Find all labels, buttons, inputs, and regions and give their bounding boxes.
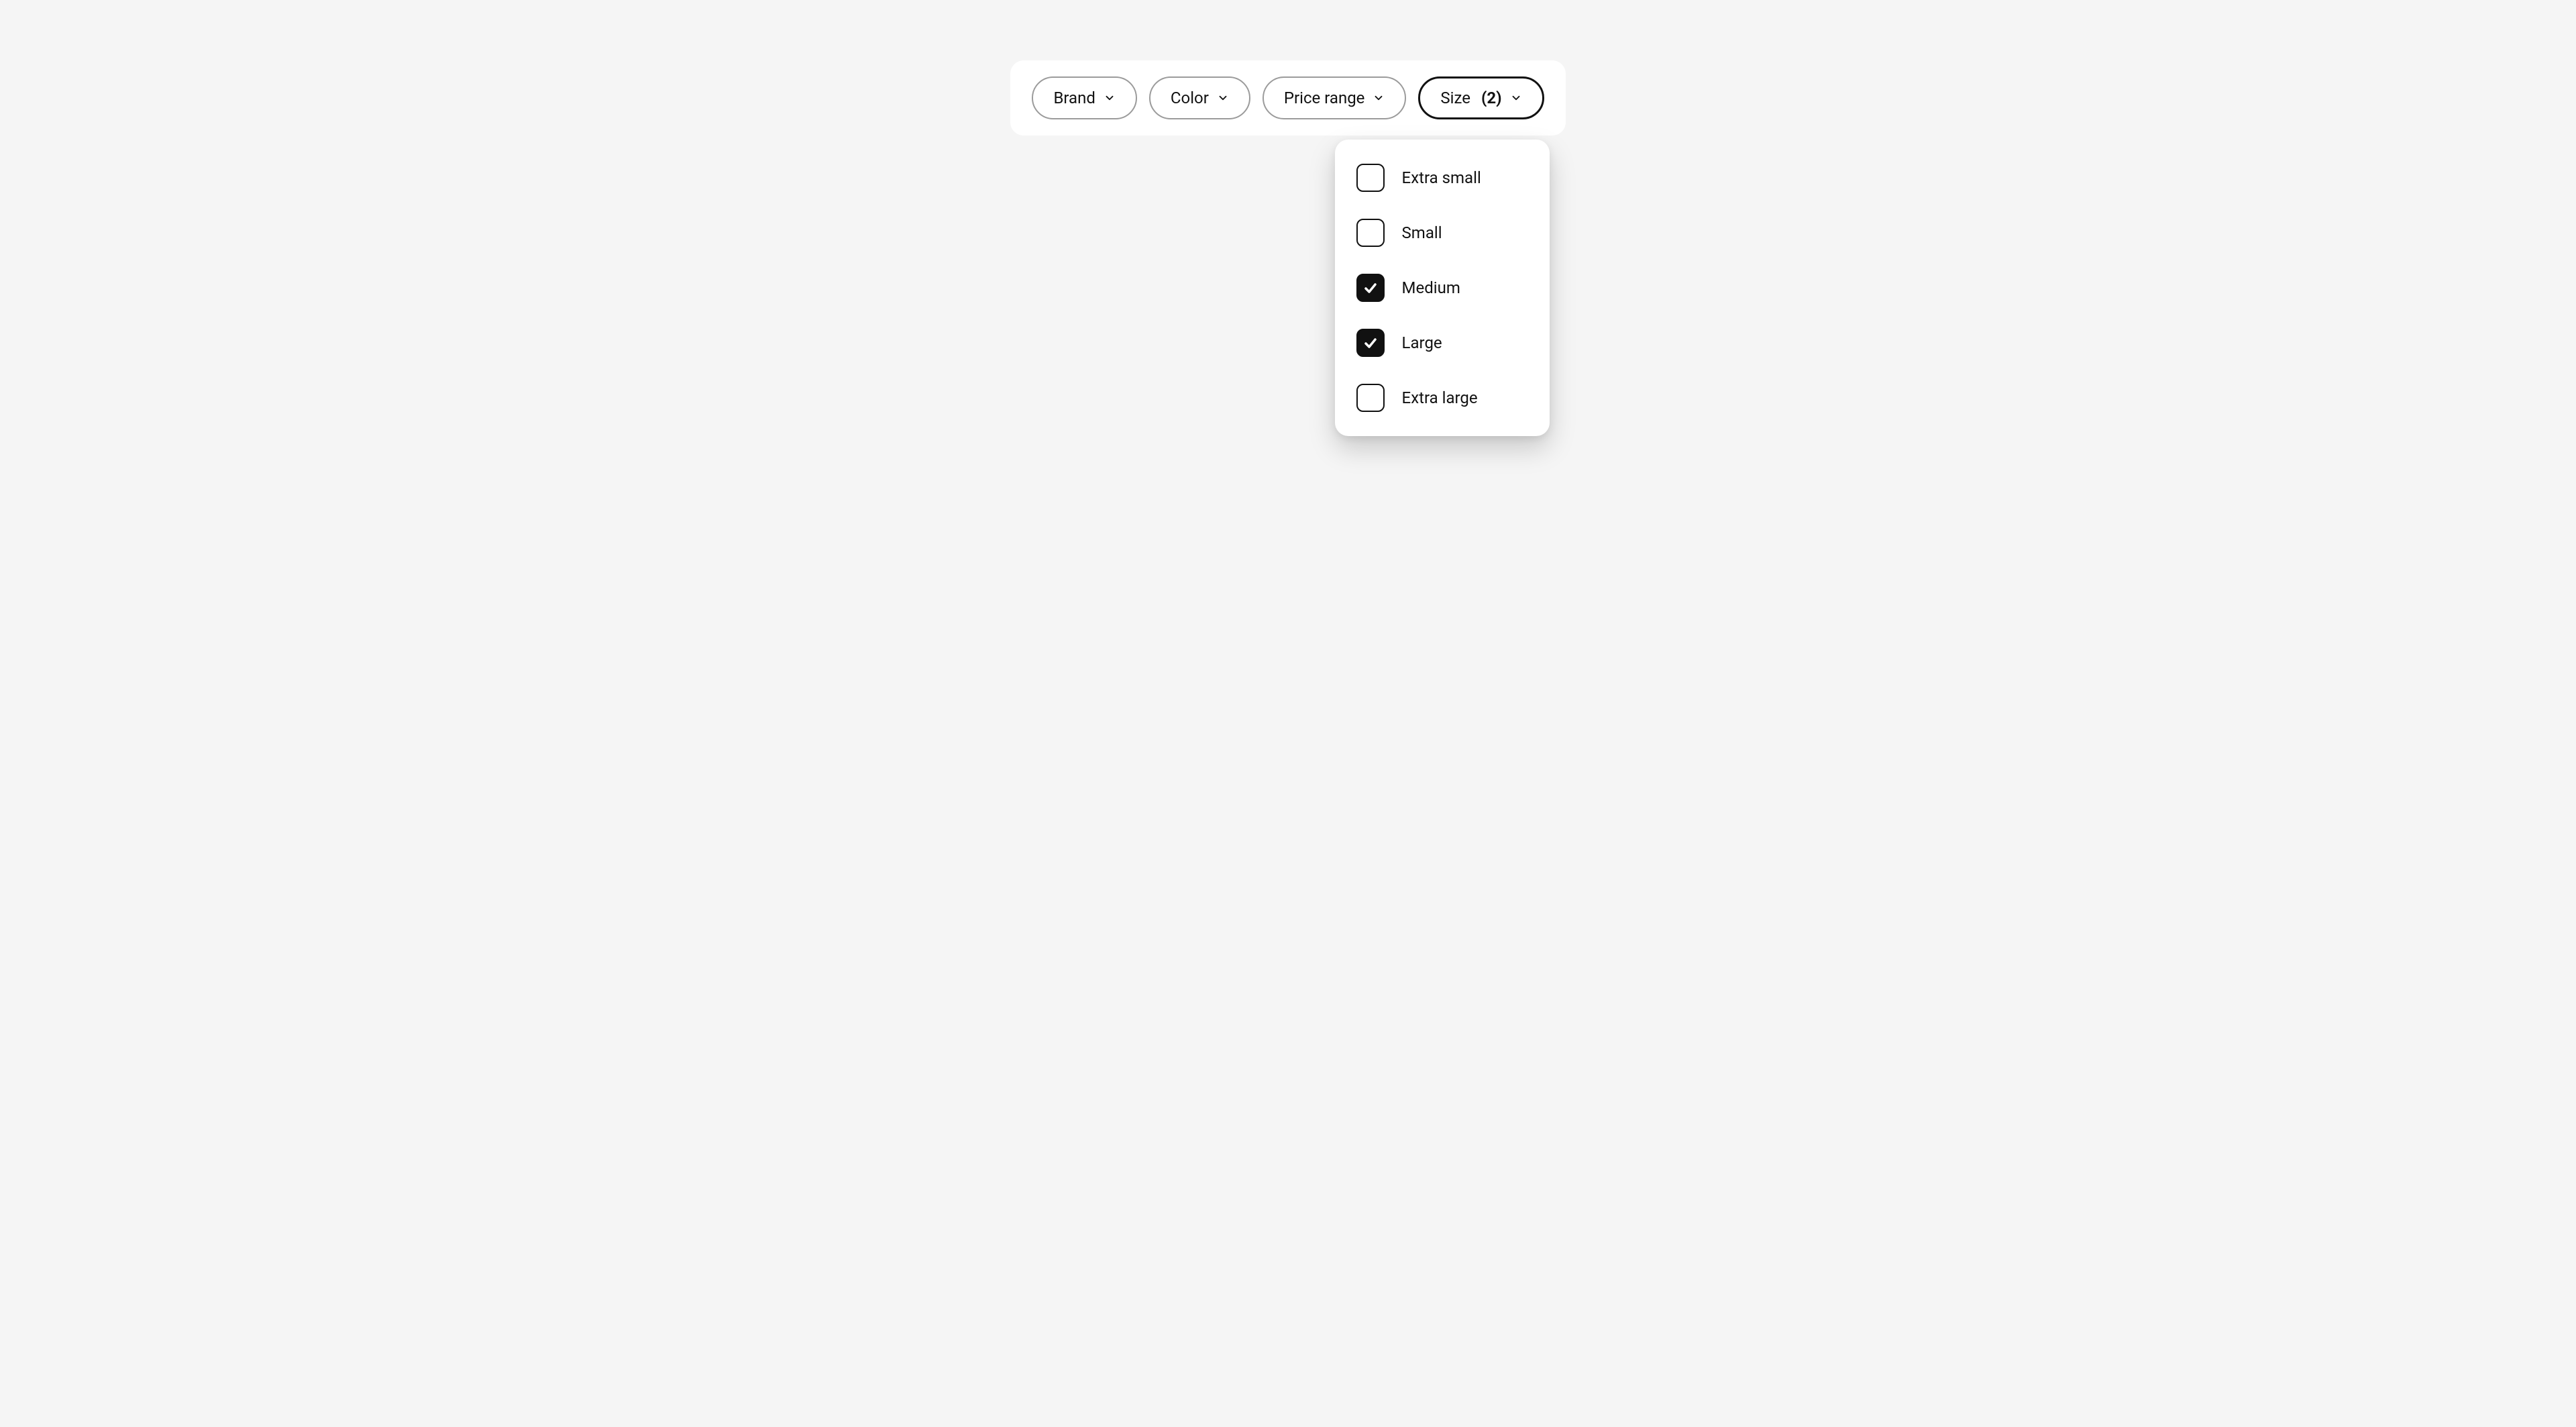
chevron-down-icon	[1373, 92, 1385, 104]
filter-chip-color[interactable]: Color	[1149, 76, 1250, 119]
checkbox[interactable]	[1356, 329, 1385, 357]
chevron-down-icon	[1510, 92, 1522, 104]
size-option-medium[interactable]: Medium	[1354, 266, 1531, 310]
chevron-down-icon	[1217, 92, 1229, 104]
size-option-small[interactable]: Small	[1354, 211, 1531, 255]
checkbox[interactable]	[1356, 274, 1385, 302]
filter-chip-label: Brand	[1053, 90, 1095, 106]
filter-chip-count: (2)	[1481, 90, 1502, 106]
size-dropdown: Extra small Small Medium Large Extra lar	[1335, 140, 1550, 436]
chevron-down-icon	[1104, 92, 1116, 104]
filter-bar: Brand Color Price range Size (2)	[1010, 60, 1565, 136]
checkbox[interactable]	[1356, 219, 1385, 247]
filter-chip-label: Size	[1440, 90, 1470, 106]
option-label: Large	[1402, 333, 1442, 352]
filter-chip-label: Color	[1171, 90, 1209, 106]
checkbox[interactable]	[1356, 164, 1385, 192]
filter-container: Brand Color Price range Size (2)	[1010, 60, 1565, 1427]
option-label: Medium	[1402, 278, 1460, 297]
filter-chip-label: Price range	[1284, 90, 1365, 106]
checkbox[interactable]	[1356, 384, 1385, 412]
filter-chip-brand[interactable]: Brand	[1032, 76, 1136, 119]
option-label: Extra large	[1402, 388, 1478, 407]
size-option-extra-large[interactable]: Extra large	[1354, 376, 1531, 420]
filter-chip-price-range[interactable]: Price range	[1263, 76, 1407, 119]
option-label: Extra small	[1402, 168, 1481, 187]
size-option-extra-small[interactable]: Extra small	[1354, 156, 1531, 200]
size-option-large[interactable]: Large	[1354, 321, 1531, 365]
option-label: Small	[1402, 223, 1442, 242]
filter-chip-size[interactable]: Size (2)	[1418, 76, 1544, 119]
